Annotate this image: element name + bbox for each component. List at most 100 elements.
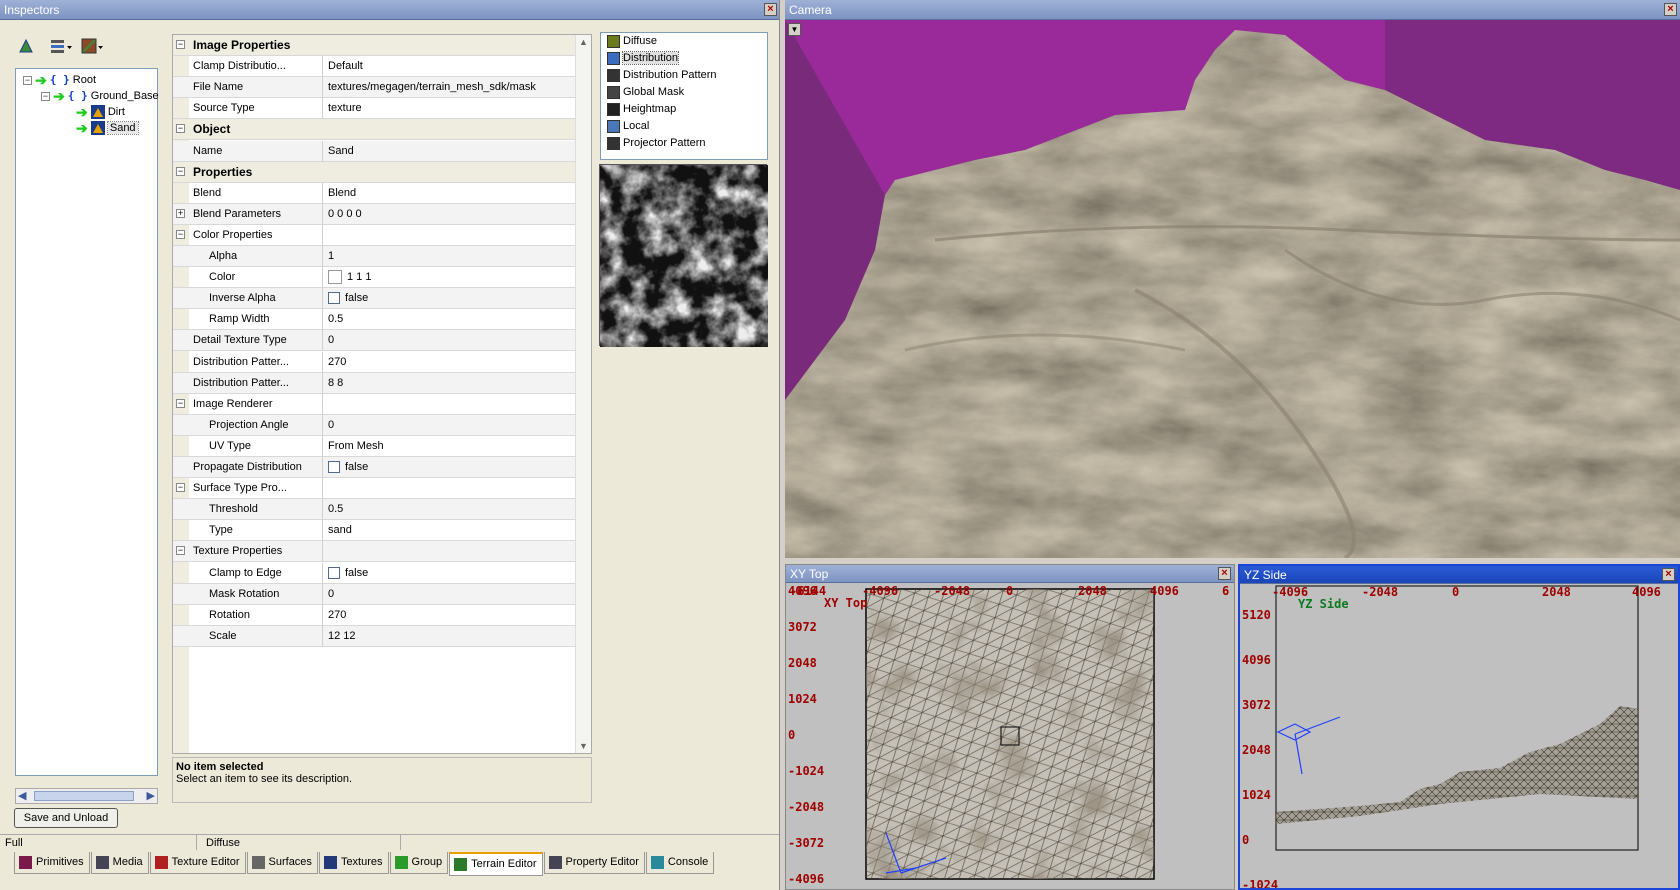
layer-item[interactable]: Distribution — [601, 50, 767, 67]
property-value[interactable]: 12 12 — [322, 625, 577, 647]
property-row[interactable]: UV Type From Mesh — [173, 435, 577, 457]
property-row[interactable]: Scale 12 12 — [173, 625, 577, 647]
layer-item[interactable]: Projector Pattern — [601, 135, 767, 152]
property-row[interactable]: Inverse Alpha false — [173, 288, 577, 310]
collapse-icon[interactable]: − — [176, 229, 185, 239]
property-row[interactable]: Type sand — [173, 520, 577, 542]
property-value[interactable]: false — [322, 288, 577, 310]
property-value[interactable]: false — [322, 562, 577, 584]
property-value[interactable] — [322, 478, 577, 500]
collapse-icon[interactable]: − — [176, 398, 185, 408]
scroll-left-icon[interactable]: ◀ — [18, 789, 26, 802]
layer-item[interactable]: Diffuse — [601, 33, 767, 50]
property-value[interactable]: 0 — [322, 583, 577, 605]
property-row[interactable]: − Properties — [173, 161, 577, 183]
property-value[interactable]: 270 — [322, 604, 577, 626]
xy-top-panel[interactable]: XY Top × -6144 -4096 -2048 0 2048 4096 6 4096 3… — [785, 564, 1235, 890]
yz-side-viewport[interactable] — [1240, 584, 1678, 890]
property-vertical-scrollbar[interactable]: ▲ ▼ — [575, 35, 591, 753]
property-row[interactable]: Detail Texture Type 0 — [173, 330, 577, 352]
property-row[interactable]: Alpha 1 — [173, 246, 577, 267]
property-row[interactable]: Name Sand — [173, 140, 577, 162]
color-swatch[interactable] — [328, 270, 342, 285]
property-row[interactable]: Blend Blend — [173, 182, 577, 204]
tree-horizontal-scrollbar[interactable]: ◀ ▶ — [15, 788, 158, 804]
layer-item[interactable]: Distribution Pattern — [601, 67, 767, 84]
tree-item-dirt[interactable]: ➔ Dirt — [76, 104, 125, 120]
property-value[interactable] — [322, 393, 577, 415]
layer-list[interactable]: Diffuse Distribution Distribution Pattern G… — [600, 32, 768, 160]
tab-media[interactable]: Media — [90, 852, 149, 874]
property-row[interactable]: Projection Angle 0 — [173, 414, 577, 436]
property-value[interactable]: texture — [322, 98, 577, 120]
layer-item[interactable]: Local — [601, 118, 767, 135]
paint-dropdown-icon[interactable] — [81, 38, 105, 54]
layers-dropdown-icon[interactable] — [50, 38, 74, 54]
tab-surfaces[interactable]: Surfaces — [246, 852, 318, 874]
collapse-icon[interactable]: − — [176, 166, 185, 176]
tab-property-editor[interactable]: Property Editor — [543, 852, 645, 874]
tab-textures[interactable]: Textures — [318, 852, 389, 874]
scroll-thumb[interactable] — [34, 791, 134, 801]
property-value[interactable]: 0 0 0 0 — [322, 203, 577, 225]
tree-item-sand[interactable]: ➔ Sand — [76, 120, 139, 136]
property-row[interactable]: − Object — [173, 119, 577, 141]
property-row[interactable]: − Image Properties — [173, 35, 577, 56]
property-row[interactable]: − Texture Properties — [173, 541, 577, 563]
xy-top-close-button[interactable]: × — [1218, 567, 1231, 580]
tree-item-root[interactable]: − ➔ { } Root — [23, 72, 96, 88]
property-row[interactable]: Distribution Patter... 270 — [173, 351, 577, 373]
property-value[interactable]: sand — [322, 520, 577, 542]
property-value[interactable]: 0 — [322, 330, 577, 352]
property-row[interactable]: − Color Properties — [173, 224, 577, 246]
property-row[interactable]: Clamp to Edge false — [173, 562, 577, 584]
xy-top-viewport[interactable] — [786, 583, 1234, 889]
property-value[interactable]: 0.5 — [322, 309, 577, 331]
scene-tree[interactable]: − ➔ { } Root − ➔ { } Ground_Base ➔ Dirt … — [15, 68, 159, 776]
property-row[interactable]: − Image Renderer — [173, 393, 577, 415]
viewport-menu-icon[interactable]: ▼ — [788, 23, 801, 36]
collapse-icon[interactable]: − — [176, 546, 185, 556]
tab-primitives[interactable]: Primitives — [14, 852, 90, 874]
property-row[interactable]: Ramp Width 0.5 — [173, 309, 577, 331]
property-value[interactable]: Blend — [322, 182, 577, 204]
property-row[interactable]: − Surface Type Pro... — [173, 478, 577, 500]
scroll-right-icon[interactable]: ▶ — [147, 789, 155, 802]
property-row[interactable]: Source Type texture — [173, 98, 577, 120]
checkbox[interactable] — [328, 292, 340, 305]
property-value[interactable]: Sand — [322, 140, 577, 162]
property-value[interactable]: Default — [322, 56, 577, 78]
property-row[interactable]: + Blend Parameters 0 0 0 0 — [173, 203, 577, 225]
property-value[interactable]: 1 — [322, 246, 577, 267]
camera-gizmo-icon[interactable] — [1276, 716, 1341, 775]
collapse-icon[interactable]: − — [176, 124, 185, 134]
collapse-icon[interactable]: − — [176, 40, 185, 49]
tree-item-ground-base[interactable]: − ➔ { } Ground_Base — [41, 88, 159, 104]
property-row[interactable]: Propagate Distribution false — [173, 457, 577, 478]
property-value[interactable]: false — [322, 457, 577, 478]
scroll-down-icon[interactable]: ▼ — [579, 741, 588, 751]
property-value[interactable]: 1 1 1 — [322, 267, 577, 289]
layer-item[interactable]: Global Mask — [601, 84, 767, 101]
scroll-up-icon[interactable]: ▲ — [579, 37, 588, 47]
save-and-unload-button[interactable]: Save and Unload — [14, 808, 118, 828]
property-row[interactable]: Clamp Distributio... Default — [173, 56, 577, 78]
yz-side-panel[interactable]: YZ Side × -4096 -2048 0 2048 4096 5120 4096 30… — [1238, 564, 1680, 890]
property-row[interactable]: Rotation 270 — [173, 604, 577, 626]
property-row[interactable]: Color 1 1 1 — [173, 267, 577, 289]
property-value[interactable]: 270 — [322, 351, 577, 373]
property-row[interactable]: Threshold 0.5 — [173, 499, 577, 521]
collapse-icon[interactable]: − — [176, 483, 185, 493]
property-value[interactable]: textures/megagen/terrain_mesh_sdk/mask — [322, 77, 577, 99]
property-value[interactable] — [322, 224, 577, 246]
tab-console[interactable]: Console — [645, 852, 715, 874]
terrain-icon[interactable] — [18, 38, 34, 54]
collapse-icon[interactable]: − — [23, 75, 32, 85]
expand-icon[interactable]: + — [176, 208, 185, 218]
yz-side-close-button[interactable]: × — [1662, 568, 1675, 581]
inspectors-close-button[interactable]: × — [764, 3, 777, 16]
checkbox[interactable] — [328, 566, 340, 579]
tab-texture-editor[interactable]: Texture Editor — [149, 852, 246, 874]
property-row[interactable]: Mask Rotation 0 — [173, 583, 577, 605]
property-value[interactable]: 0.5 — [322, 499, 577, 521]
